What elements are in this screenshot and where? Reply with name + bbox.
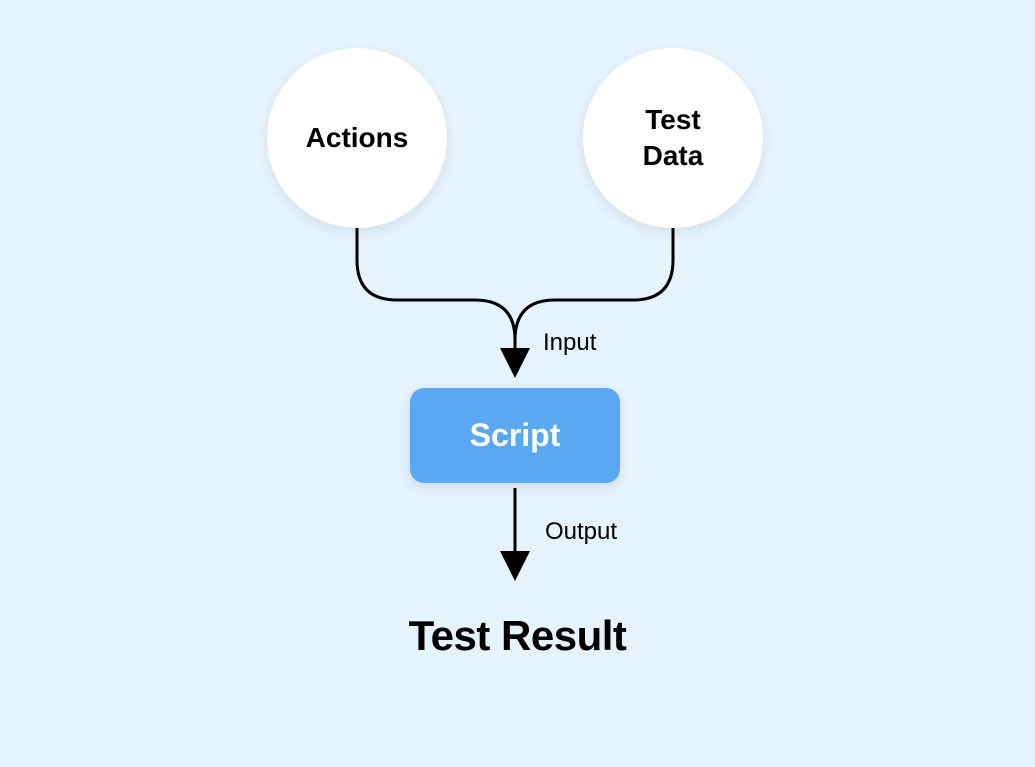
testdata-node: TestData — [583, 48, 763, 228]
flowchart-diagram: Actions TestData Script Input Output Tes… — [0, 0, 1035, 767]
output-flow-label: Output — [545, 518, 617, 546]
script-node: Script — [410, 388, 620, 483]
input-flow-label: Input — [543, 329, 596, 357]
actions-node: Actions — [267, 48, 447, 228]
script-label: Script — [470, 417, 561, 454]
testdata-label: TestData — [643, 102, 704, 175]
actions-label: Actions — [306, 120, 409, 156]
result-label: Test Result — [0, 612, 1035, 660]
